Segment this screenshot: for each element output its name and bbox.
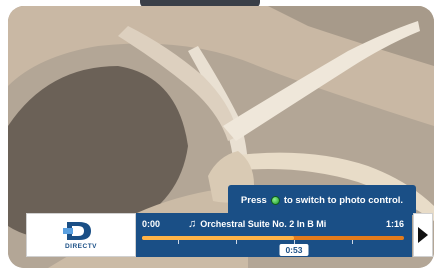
green-button-icon: [270, 195, 280, 205]
directv-logo-mark: [63, 222, 91, 240]
hint-prefix: Press: [240, 194, 267, 206]
track-title-text: Orchestral Suite No. 2 In B Mi: [200, 219, 327, 229]
total-duration: 1:16: [385, 219, 404, 229]
directv-logo-text: DIRECTV: [64, 243, 98, 250]
next-button[interactable]: [413, 213, 433, 257]
progress-tick: [352, 240, 353, 244]
music-note-icon: ♫: [188, 218, 197, 230]
progress-tick: [236, 240, 237, 244]
progress-bar[interactable]: [142, 236, 404, 240]
progress-fill: [142, 236, 294, 240]
tv-frame: Press to switch to photo control. DIRECT…: [0, 0, 439, 274]
current-time-label: 0:53: [279, 244, 309, 256]
progress-tick: [178, 240, 179, 244]
hint-suffix: to switch to photo control.: [283, 194, 404, 206]
photo-control-hint: Press to switch to photo control.: [228, 185, 416, 215]
next-arrow-icon: [418, 227, 428, 243]
track-panel: 0:00 ♫ Orchestral Suite No. 2 In B Mi 1:…: [136, 213, 412, 257]
elapsed-start-time: 0:00: [142, 219, 161, 229]
track-title: ♫ Orchestral Suite No. 2 In B Mi: [188, 218, 372, 230]
music-player-bar: DIRECTV 0:00 ♫ Orchestral Suite No. 2 In…: [26, 213, 412, 257]
directv-logo: DIRECTV: [26, 213, 136, 257]
